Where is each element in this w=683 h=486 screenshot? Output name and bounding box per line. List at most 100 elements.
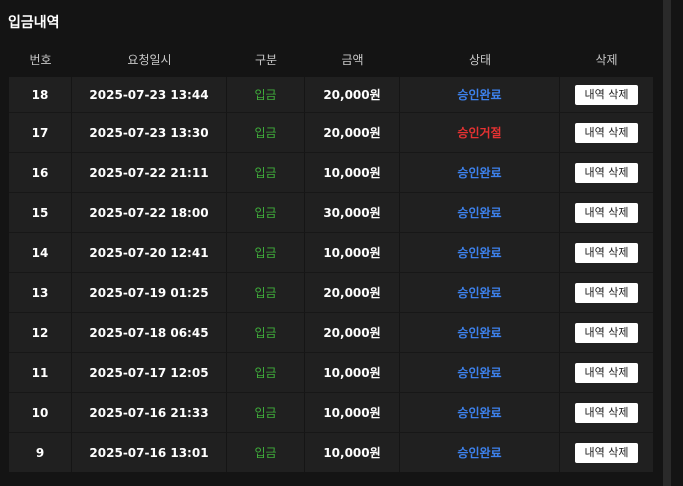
table-row: 10 2025-07-16 21:33 입금 10,000원 승인완료 내역 삭제	[9, 392, 653, 432]
status-text: 승인완료	[457, 326, 502, 340]
cell-num: 13	[9, 272, 72, 312]
cell-amount: 20,000원	[305, 312, 400, 352]
header-status: 상태	[400, 46, 560, 72]
table-body: 18 2025-07-23 13:44 입금 20,000원 승인완료 내역 삭제 17 20…	[9, 72, 653, 472]
cell-amount: 30,000원	[305, 192, 400, 232]
cell-num: 18	[9, 72, 72, 112]
cell-amount: 10,000원	[305, 392, 400, 432]
cell-status: 승인거절	[400, 112, 560, 152]
cell-amount: 10,000원	[305, 152, 400, 192]
status-text: 승인완료	[457, 88, 502, 102]
cell-amount: 10,000원	[305, 352, 400, 392]
cell-num: 10	[9, 392, 72, 432]
cell-type: 입금	[227, 192, 305, 232]
scrollbar[interactable]	[663, 0, 671, 486]
cell-num: 16	[9, 152, 72, 192]
delete-history-button[interactable]: 내역 삭제	[574, 402, 639, 423]
status-text: 승인완료	[457, 166, 502, 180]
cell-amount: 20,000원	[305, 112, 400, 152]
cell-status: 승인완료	[400, 72, 560, 112]
cell-date: 2025-07-19 01:25	[72, 272, 227, 312]
table-row: 9 2025-07-16 13:01 입금 10,000원 승인완료 내역 삭제	[9, 432, 653, 472]
cell-status: 승인완료	[400, 392, 560, 432]
cell-date: 2025-07-22 21:11	[72, 152, 227, 192]
table-row: 18 2025-07-23 13:44 입금 20,000원 승인완료 내역 삭제	[9, 72, 653, 112]
header-delete: 삭제	[560, 46, 653, 72]
table-row: 16 2025-07-22 21:11 입금 10,000원 승인완료 내역 삭제	[9, 152, 653, 192]
cell-amount: 20,000원	[305, 72, 400, 112]
table-row: 11 2025-07-17 12:05 입금 10,000원 승인완료 내역 삭제	[9, 352, 653, 392]
header-date: 요청일시	[72, 46, 227, 72]
delete-history-button[interactable]: 내역 삭제	[574, 84, 639, 105]
cell-date: 2025-07-16 21:33	[72, 392, 227, 432]
table-row: 17 2025-07-23 13:30 입금 20,000원 승인거절 내역 삭제	[9, 112, 653, 152]
cell-status: 승인완료	[400, 312, 560, 352]
deposit-history-page: 입금내역 번호 요청일시 구분 금액 상태 삭제 18 2025-07-23 13…	[0, 0, 683, 486]
cell-amount: 10,000원	[305, 232, 400, 272]
delete-history-button[interactable]: 내역 삭제	[574, 442, 639, 463]
cell-delete: 내역 삭제	[560, 352, 653, 392]
delete-history-button[interactable]: 내역 삭제	[574, 282, 639, 303]
cell-delete: 내역 삭제	[560, 432, 653, 472]
cell-status: 승인완료	[400, 152, 560, 192]
table-header: 번호 요청일시 구분 금액 상태 삭제	[9, 46, 653, 72]
delete-history-button[interactable]: 내역 삭제	[574, 122, 639, 143]
cell-status: 승인완료	[400, 232, 560, 272]
status-text: 승인완료	[457, 246, 502, 260]
cell-date: 2025-07-17 12:05	[72, 352, 227, 392]
cell-status: 승인완료	[400, 192, 560, 232]
cell-num: 9	[9, 432, 72, 472]
delete-history-button[interactable]: 내역 삭제	[574, 242, 639, 263]
cell-delete: 내역 삭제	[560, 392, 653, 432]
page-title: 입금내역	[8, 15, 60, 31]
cell-delete: 내역 삭제	[560, 312, 653, 352]
deposit-table: 번호 요청일시 구분 금액 상태 삭제 18 2025-07-23 13:44 입금…	[9, 46, 653, 472]
delete-history-button[interactable]: 내역 삭제	[574, 322, 639, 343]
header-type: 구분	[227, 46, 305, 72]
cell-status: 승인완료	[400, 352, 560, 392]
cell-delete: 내역 삭제	[560, 192, 653, 232]
cell-num: 11	[9, 352, 72, 392]
header-amount: 금액	[305, 46, 400, 72]
cell-type: 입금	[227, 112, 305, 152]
cell-status: 승인완료	[400, 272, 560, 312]
status-text: 승인완료	[457, 286, 502, 300]
cell-amount: 20,000원	[305, 272, 400, 312]
status-text: 승인완료	[457, 406, 502, 420]
delete-history-button[interactable]: 내역 삭제	[574, 362, 639, 383]
table-row: 12 2025-07-18 06:45 입금 20,000원 승인완료 내역 삭제	[9, 312, 653, 352]
delete-history-button[interactable]: 내역 삭제	[574, 202, 639, 223]
delete-history-button[interactable]: 내역 삭제	[574, 162, 639, 183]
cell-num: 14	[9, 232, 72, 272]
cell-num: 17	[9, 112, 72, 152]
cell-date: 2025-07-23 13:30	[72, 112, 227, 152]
table-row: 13 2025-07-19 01:25 입금 20,000원 승인완료 내역 삭제	[9, 272, 653, 312]
cell-type: 입금	[227, 352, 305, 392]
cell-delete: 내역 삭제	[560, 112, 653, 152]
cell-type: 입금	[227, 272, 305, 312]
header-num: 번호	[9, 46, 72, 72]
cell-status: 승인완료	[400, 432, 560, 472]
cell-date: 2025-07-22 18:00	[72, 192, 227, 232]
cell-delete: 내역 삭제	[560, 232, 653, 272]
cell-amount: 10,000원	[305, 432, 400, 472]
cell-delete: 내역 삭제	[560, 272, 653, 312]
status-text: 승인완료	[457, 366, 502, 380]
cell-date: 2025-07-16 13:01	[72, 432, 227, 472]
table-row: 14 2025-07-20 12:41 입금 10,000원 승인완료 내역 삭제	[9, 232, 653, 272]
cell-date: 2025-07-18 06:45	[72, 312, 227, 352]
cell-type: 입금	[227, 152, 305, 192]
cell-num: 15	[9, 192, 72, 232]
cell-type: 입금	[227, 432, 305, 472]
cell-type: 입금	[227, 232, 305, 272]
cell-type: 입금	[227, 72, 305, 112]
cell-delete: 내역 삭제	[560, 72, 653, 112]
status-text: 승인거절	[457, 126, 502, 140]
status-text: 승인완료	[457, 446, 502, 460]
status-text: 승인완료	[457, 206, 502, 220]
cell-delete: 내역 삭제	[560, 152, 653, 192]
deposit-table-wrap: 번호 요청일시 구분 금액 상태 삭제 18 2025-07-23 13:44 입금…	[9, 46, 653, 472]
cell-date: 2025-07-20 12:41	[72, 232, 227, 272]
cell-num: 12	[9, 312, 72, 352]
table-row: 15 2025-07-22 18:00 입금 30,000원 승인완료 내역 삭제	[9, 192, 653, 232]
